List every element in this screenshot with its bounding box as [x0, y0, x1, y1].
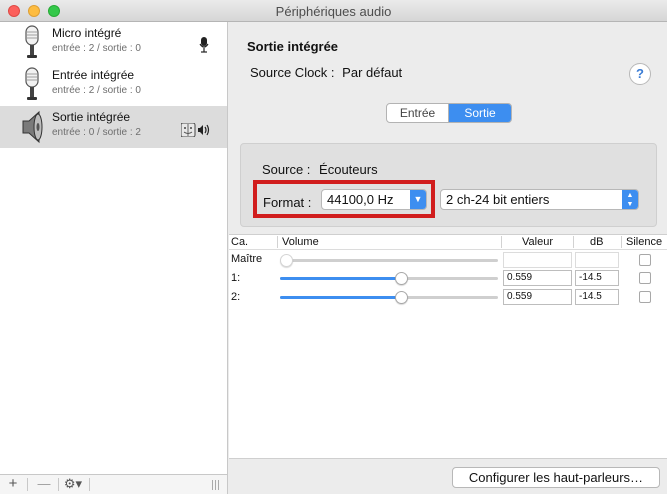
channel-1-value-field[interactable]: 0.559	[503, 270, 572, 286]
device-default-badges	[180, 122, 211, 140]
device-list-toolbar: + — ⚙▾	[0, 474, 228, 494]
microphone-icon	[25, 67, 39, 100]
device-micro-integre[interactable]: Micro intégré entrée : 2 / sortie : 0	[0, 22, 227, 64]
channel-2-value-field[interactable]: 0.559	[503, 289, 572, 305]
column-header-volume: Volume	[282, 236, 319, 248]
toolbar-divider	[27, 478, 28, 491]
source-label: Source :	[262, 162, 311, 177]
column-divider	[621, 236, 622, 248]
master-db-field[interactable]	[575, 252, 619, 268]
remove-device-button[interactable]: —	[33, 476, 55, 494]
slider-fill	[280, 296, 402, 299]
slider-knob[interactable]	[395, 272, 408, 285]
column-divider	[277, 236, 278, 248]
device-channels: entrée : 2 / sortie : 0	[52, 43, 141, 54]
finder-speaker-icon	[180, 122, 210, 138]
format-label: Format :	[263, 195, 312, 210]
bit-format-select[interactable]: 2 ch-24 bit entiers ▲ ▼	[440, 189, 639, 210]
slider-knob[interactable]	[395, 291, 408, 304]
window-title: Périphériques audio	[275, 4, 392, 19]
channel-2-mute-checkbox[interactable]	[639, 291, 651, 303]
device-name: Entrée intégrée	[52, 68, 135, 82]
format-group: Source : Écouteurs Format : 44100,0 Hz ▼…	[240, 143, 657, 227]
toolbar-divider	[58, 478, 59, 491]
column-header-value: Valeur	[522, 236, 553, 248]
source-value: Écouteurs	[319, 162, 378, 177]
slider-fill	[280, 277, 402, 280]
column-header-mute: Silence	[626, 236, 663, 248]
master-mute-checkbox[interactable]	[639, 254, 651, 266]
channel-2-volume-slider[interactable]	[280, 291, 498, 304]
resize-grip-icon[interactable]	[212, 480, 219, 490]
device-list: Micro intégré entrée : 2 / sortie : 0 En…	[0, 22, 228, 474]
microphone-small-icon	[199, 37, 209, 53]
device-name: Micro intégré	[52, 26, 122, 40]
master-value-field[interactable]	[503, 252, 572, 268]
slider-knob[interactable]	[280, 254, 293, 267]
device-entree-integree[interactable]: Entrée intégrée entrée : 2 / sortie : 0	[0, 64, 227, 106]
tab-sortie[interactable]: Sortie	[449, 104, 511, 122]
source-clock-label: Source Clock :	[250, 65, 335, 80]
device-channels: entrée : 0 / sortie : 2	[52, 127, 141, 138]
tab-entree[interactable]: Entrée	[387, 104, 449, 122]
channel-label-2: 2:	[231, 291, 241, 303]
channel-label-1: 1:	[231, 272, 241, 284]
title-bar: Périphériques audio	[0, 0, 667, 22]
bit-format-value: 2 ch-24 bit entiers	[446, 192, 550, 207]
source-row: Source : Écouteurs	[262, 162, 378, 177]
device-name: Sortie intégrée	[52, 110, 131, 124]
source-clock-row: Source Clock : Par défaut	[250, 65, 402, 80]
column-header-channel: Ca.	[231, 236, 249, 248]
header-divider	[229, 249, 667, 250]
chevron-down-icon: ▼	[410, 190, 426, 209]
channel-1-volume-slider[interactable]	[280, 272, 498, 285]
device-channels: entrée : 2 / sortie : 0	[52, 85, 141, 96]
channel-1-mute-checkbox[interactable]	[639, 272, 651, 284]
channel-1-db-field[interactable]: -14.5	[575, 270, 619, 286]
channel-volume-table: Ca. Volume Valeur dB Silence Maître 1: 0…	[229, 234, 667, 459]
device-detail-pane: Sortie intégrée Source Clock : Par défau…	[229, 22, 667, 494]
gear-menu-button[interactable]: ⚙▾	[60, 476, 86, 494]
master-volume-slider[interactable]	[280, 254, 498, 267]
column-divider	[573, 236, 574, 248]
add-device-button[interactable]: +	[4, 476, 22, 494]
toolbar-divider	[89, 478, 90, 491]
sample-rate-select[interactable]: 44100,0 Hz ▼	[321, 189, 427, 210]
configure-speakers-button[interactable]: Configurer les haut-parleurs…	[452, 467, 660, 488]
channel-label-master: Maître	[231, 253, 263, 265]
direction-tabs: Entrée Sortie	[386, 103, 512, 123]
column-divider	[501, 236, 502, 248]
gear-icon: ⚙▾	[63, 476, 83, 491]
help-button[interactable]: ?	[629, 63, 651, 85]
column-header-db: dB	[590, 236, 604, 248]
channel-2-db-field[interactable]: -14.5	[575, 289, 619, 305]
speaker-icon	[22, 110, 43, 144]
device-title: Sortie intégrée	[247, 39, 339, 54]
sample-rate-value: 44100,0 Hz	[327, 192, 394, 207]
source-clock-value[interactable]: Par défaut	[342, 65, 402, 80]
device-sortie-integree[interactable]: Sortie intégrée entrée : 0 / sortie : 2	[0, 106, 227, 148]
up-down-arrows-icon: ▲ ▼	[622, 190, 638, 209]
microphone-icon	[25, 25, 39, 58]
